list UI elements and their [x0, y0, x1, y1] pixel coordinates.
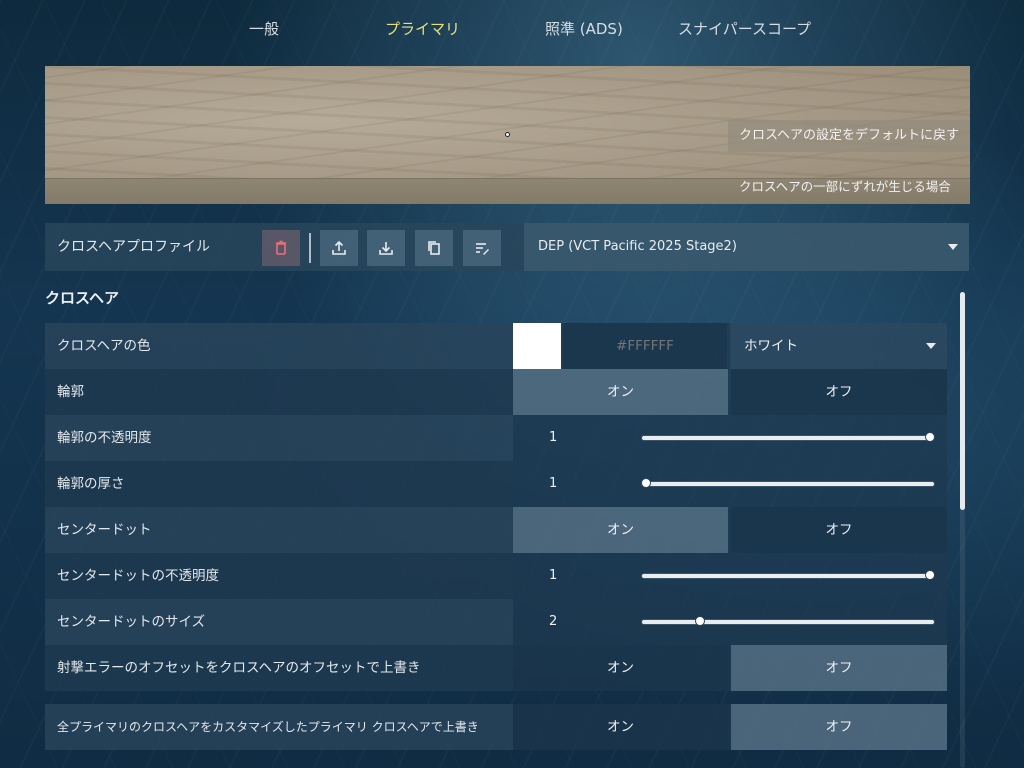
all-primary-override-toggle: オン オフ [513, 704, 947, 750]
slider-value: 2 [549, 614, 558, 629]
setting-label-cell: センタードット [45, 507, 513, 553]
slider-value: 1 [549, 430, 558, 445]
toggle-off-button[interactable]: オフ [731, 704, 947, 750]
toggle-on-button[interactable]: オン [513, 645, 728, 691]
setting-label-cell: 全プライマリのクロスヘアをカスタマイズしたプライマリ クロスヘアで上書き [45, 704, 513, 750]
color-dropdown[interactable]: ホワイト [730, 323, 947, 369]
center-dot-toggle: オン オフ [513, 507, 947, 553]
toggle-off-button[interactable]: オフ [731, 507, 947, 553]
tab-sniper-scope[interactable]: スナイパースコープ [678, 14, 811, 44]
slider-track [641, 573, 935, 579]
misalignment-help-link[interactable]: クロスヘアの一部にずれが生じる場合 [739, 178, 951, 196]
setting-label-cell: クロスヘアの色 [45, 323, 513, 369]
setting-row-color: クロスヘアの色 ホワイト [45, 323, 947, 369]
import-icon [379, 242, 393, 255]
setting-label-cell: 射撃エラーのオフセットをクロスヘアのオフセットで上書き [45, 645, 513, 691]
center-dot-opacity-slider[interactable] [641, 570, 935, 581]
toolbar-divider [309, 233, 311, 263]
setting-label-cell: センタードットの不透明度 [45, 553, 513, 599]
setting-row-outline-opacity: 輪郭の不透明度 1 [45, 415, 947, 461]
setting-label: センタードットのサイズ [57, 614, 206, 630]
slider-track [641, 481, 935, 487]
scrollbar-thumb[interactable] [960, 292, 965, 510]
profile-label: クロスヘアプロファイル [57, 239, 211, 255]
setting-label: センタードットの不透明度 [57, 568, 219, 584]
toggle-on-button[interactable]: オン [513, 704, 728, 750]
slider-thumb[interactable] [925, 432, 935, 442]
color-swatch[interactable] [513, 323, 561, 369]
setting-row-center-dot: センタードット オン オフ [45, 507, 947, 553]
setting-row-center-dot-size: センタードットのサイズ 2 [45, 599, 947, 645]
center-dot-size-control: 2 [513, 599, 947, 645]
delete-icon [276, 240, 286, 255]
tab-general[interactable]: 一般 [249, 14, 279, 44]
toggle-on-button[interactable]: オン [513, 369, 728, 415]
setting-row-outline-thickness: 輪郭の厚さ 1 [45, 461, 947, 507]
setting-label-cell: 輪郭の厚さ [45, 461, 513, 507]
copy-profile-button[interactable] [415, 230, 453, 266]
slider-value: 1 [549, 476, 558, 491]
setting-label: 射撃エラーのオフセットをクロスヘアのオフセットで上書き [57, 660, 421, 676]
slider-track [641, 619, 935, 625]
reset-crosshair-button[interactable]: クロスヘアの設定をデフォルトに戻す [728, 120, 970, 152]
outline-thickness-control: 1 [513, 461, 947, 507]
setting-row-outline: 輪郭 オン オフ [45, 369, 947, 415]
export-icon [332, 240, 346, 255]
outline-opacity-control: 1 [513, 415, 947, 461]
settings-tabs: 一般 プライマリ 照準 (ADS) スナイパースコープ [0, 14, 1024, 44]
section-title: クロスヘア [45, 289, 119, 307]
setting-row-center-dot-opacity: センタードットの不透明度 1 [45, 553, 947, 599]
setting-row-all-primary-override: 全プライマリのクロスヘアをカスタマイズしたプライマリ クロスヘアで上書き オン … [45, 704, 947, 750]
outline-thickness-slider[interactable] [641, 478, 935, 489]
chevron-down-icon [948, 244, 958, 250]
setting-label: クロスヘアの色 [57, 338, 151, 354]
crosshair-dot-preview [505, 132, 510, 137]
setting-label-cell: 輪郭 [45, 369, 513, 415]
toggle-off-button[interactable]: オフ [731, 645, 947, 691]
firing-error-override-toggle: オン オフ [513, 645, 947, 691]
setting-label-cell: 輪郭の不透明度 [45, 415, 513, 461]
hex-color-input[interactable] [563, 323, 727, 369]
tab-ads[interactable]: 照準 (ADS) [545, 14, 623, 44]
import-profile-button[interactable] [367, 230, 405, 266]
color-control: ホワイト [513, 323, 947, 369]
delete-profile-button[interactable] [262, 230, 300, 266]
setting-label: 輪郭の厚さ [57, 476, 125, 492]
profile-selected-value: DEP (VCT Pacific 2025 Stage2) [538, 239, 737, 254]
setting-label: センタードット [57, 522, 152, 538]
export-profile-button[interactable] [320, 230, 358, 266]
slider-track [641, 435, 935, 441]
slider-value: 1 [549, 568, 558, 583]
outline-opacity-slider[interactable] [641, 432, 935, 443]
center-dot-opacity-control: 1 [513, 553, 947, 599]
rename-profile-button[interactable] [463, 230, 501, 266]
setting-row-firing-error-override: 射撃エラーのオフセットをクロスヘアのオフセットで上書き オン オフ [45, 645, 947, 691]
center-dot-size-slider[interactable] [641, 616, 935, 627]
rename-icon [476, 243, 489, 255]
setting-label: 全プライマリのクロスヘアをカスタマイズしたプライマリ クロスヘアで上書き [57, 720, 479, 734]
color-selected-value: ホワイト [744, 338, 798, 354]
copy-icon [428, 241, 440, 255]
setting-label-cell: センタードットのサイズ [45, 599, 513, 645]
toggle-on-button[interactable]: オン [513, 507, 728, 553]
slider-thumb[interactable] [641, 478, 651, 488]
setting-label: 輪郭 [57, 384, 84, 400]
slider-thumb[interactable] [694, 616, 705, 626]
tab-primary[interactable]: プライマリ [385, 14, 460, 44]
slider-thumb[interactable] [925, 570, 935, 580]
profile-dropdown[interactable]: DEP (VCT Pacific 2025 Stage2) [524, 223, 969, 271]
toggle-off-button[interactable]: オフ [731, 369, 947, 415]
crosshair-profile-bar: クロスヘアプロファイル DEP (VCT Pacific 2025 Stage2… [45, 223, 969, 271]
chevron-down-icon [926, 343, 936, 349]
outline-toggle: オン オフ [513, 369, 947, 415]
setting-label: 輪郭の不透明度 [57, 430, 152, 446]
